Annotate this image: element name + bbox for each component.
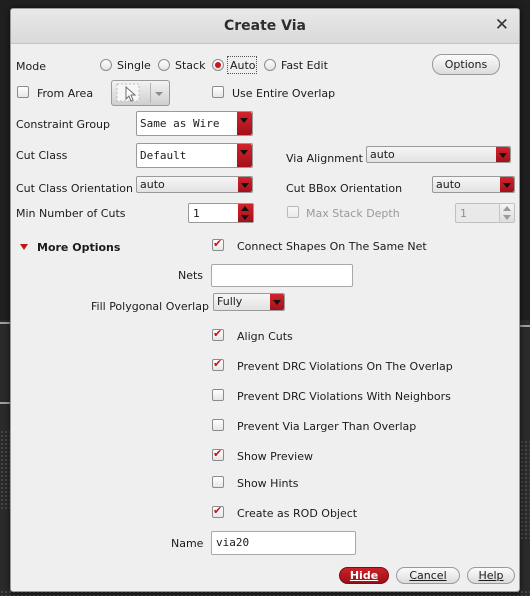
chevron-down-icon[interactable] <box>237 112 252 135</box>
fill-polygonal-overlap-label: Fill Polygonal Overlap <box>91 300 209 313</box>
nets-input[interactable] <box>211 264 353 287</box>
min-number-of-cuts-value[interactable]: 1 <box>193 207 200 220</box>
stepper-arrows-icon[interactable] <box>238 204 253 222</box>
hide-button-label: Hide <box>349 569 379 582</box>
cut-bbox-orientation-select[interactable]: auto <box>432 176 515 193</box>
prevent-drc-overlap-label[interactable]: Prevent DRC Violations On The Overlap <box>237 360 453 373</box>
from-area-label[interactable]: From Area <box>37 87 93 100</box>
name-label: Name <box>171 537 204 550</box>
cut-class-value: Default <box>140 149 187 162</box>
min-number-of-cuts-label: Min Number of Cuts <box>16 207 126 220</box>
mode-stack-radio[interactable] <box>158 59 170 71</box>
connect-shapes-label[interactable]: Connect Shapes On The Same Net <box>237 240 427 253</box>
cut-class-label: Cut Class <box>16 149 68 162</box>
background-wire <box>0 322 10 324</box>
create-rod-checkbox[interactable] <box>212 504 224 518</box>
use-entire-overlap-checkbox[interactable] <box>212 86 224 98</box>
show-preview-checkbox[interactable] <box>212 447 224 461</box>
show-hints-checkbox[interactable] <box>212 476 224 488</box>
cut-bbox-orientation-value: auto <box>436 178 461 191</box>
help-button-label: Help <box>478 569 504 582</box>
mode-single-label[interactable]: Single <box>117 59 151 72</box>
mode-auto-label[interactable]: Auto <box>230 59 256 72</box>
create-rod-label[interactable]: Create as ROD Object <box>237 507 357 520</box>
max-stack-depth-value: 1 <box>460 207 467 220</box>
use-entire-overlap-label[interactable]: Use Entire Overlap <box>232 87 335 100</box>
max-stack-depth-stepper[interactable]: 1 <box>455 203 515 223</box>
hide-button[interactable]: Hide <box>339 567 389 584</box>
more-options-label[interactable]: More Options <box>37 241 120 254</box>
background-pattern <box>0 430 10 510</box>
title-bar: Create Via ✕ <box>11 9 519 44</box>
chevron-down-icon[interactable] <box>270 294 284 310</box>
cut-class-select[interactable]: Default <box>136 143 253 168</box>
background-wire <box>520 325 530 327</box>
via-alignment-value: auto <box>370 148 395 161</box>
name-value: via20 <box>216 536 250 549</box>
fill-polygonal-overlap-value: Fully <box>217 295 243 308</box>
pointer-icon <box>116 83 140 102</box>
min-number-of-cuts-stepper[interactable]: 1 <box>188 203 254 223</box>
background-pattern <box>520 440 530 540</box>
prevent-drc-neighbors-checkbox[interactable] <box>212 389 224 401</box>
align-cuts-checkbox[interactable] <box>212 327 224 341</box>
chevron-down-icon[interactable] <box>151 81 169 105</box>
max-stack-depth-checkbox[interactable] <box>287 206 299 218</box>
create-via-dialog: Create Via ✕ Mode Single Stack Auto Fast… <box>10 8 520 592</box>
cut-class-orientation-value: auto <box>140 178 165 191</box>
cut-bbox-orientation-label: Cut BBox Orientation <box>286 182 403 195</box>
show-hints-label[interactable]: Show Hints <box>237 477 299 490</box>
cut-class-orientation-select[interactable]: auto <box>136 176 253 193</box>
prevent-via-larger-label[interactable]: Prevent Via Larger Than Overlap <box>237 420 416 433</box>
constraint-group-value: Same as Wire <box>140 117 220 130</box>
via-alignment-label: Via Alignment <box>286 152 363 165</box>
constraint-group-select[interactable]: Same as Wire <box>136 111 253 136</box>
prevent-drc-neighbors-label[interactable]: Prevent DRC Violations With Neighbors <box>237 390 451 403</box>
mode-label: Mode <box>16 60 46 73</box>
align-cuts-label[interactable]: Align Cuts <box>237 330 293 343</box>
name-input[interactable]: via20 <box>211 531 356 555</box>
prevent-via-larger-checkbox[interactable] <box>212 419 224 431</box>
mode-fast-edit-label[interactable]: Fast Edit <box>281 59 328 72</box>
stepper-arrows-icon[interactable] <box>499 204 514 222</box>
mode-single-radio[interactable] <box>100 59 112 71</box>
via-alignment-select[interactable]: auto <box>366 146 511 163</box>
mode-auto-radio[interactable] <box>212 59 224 71</box>
chevron-down-icon[interactable] <box>237 144 252 167</box>
mode-fast-edit-radio[interactable] <box>264 59 276 71</box>
area-picker-button[interactable] <box>111 80 170 106</box>
expand-triangle-icon[interactable] <box>20 244 28 250</box>
prevent-drc-overlap-checkbox[interactable] <box>212 357 224 371</box>
background-wire <box>0 402 10 404</box>
dialog-title: Create Via <box>223 18 307 34</box>
chevron-down-icon[interactable] <box>238 177 252 192</box>
help-button[interactable]: Help <box>467 567 515 584</box>
fill-polygonal-overlap-select[interactable]: Fully <box>213 293 285 311</box>
options-button[interactable]: Options <box>432 54 500 75</box>
chevron-down-icon[interactable] <box>496 147 510 162</box>
cut-class-orientation-label: Cut Class Orientation <box>16 182 133 195</box>
mode-stack-label[interactable]: Stack <box>175 59 205 72</box>
from-area-checkbox[interactable] <box>17 86 29 98</box>
cancel-button-label: Cancel <box>409 569 447 582</box>
close-icon[interactable]: ✕ <box>495 16 509 34</box>
show-preview-label[interactable]: Show Preview <box>237 450 313 463</box>
constraint-group-label: Constraint Group <box>16 118 111 131</box>
cancel-button[interactable]: Cancel <box>396 567 460 584</box>
nets-label: Nets <box>178 269 204 282</box>
max-stack-depth-label: Max Stack Depth <box>306 207 400 220</box>
chevron-down-icon[interactable] <box>500 177 514 192</box>
connect-shapes-checkbox[interactable] <box>212 237 224 251</box>
